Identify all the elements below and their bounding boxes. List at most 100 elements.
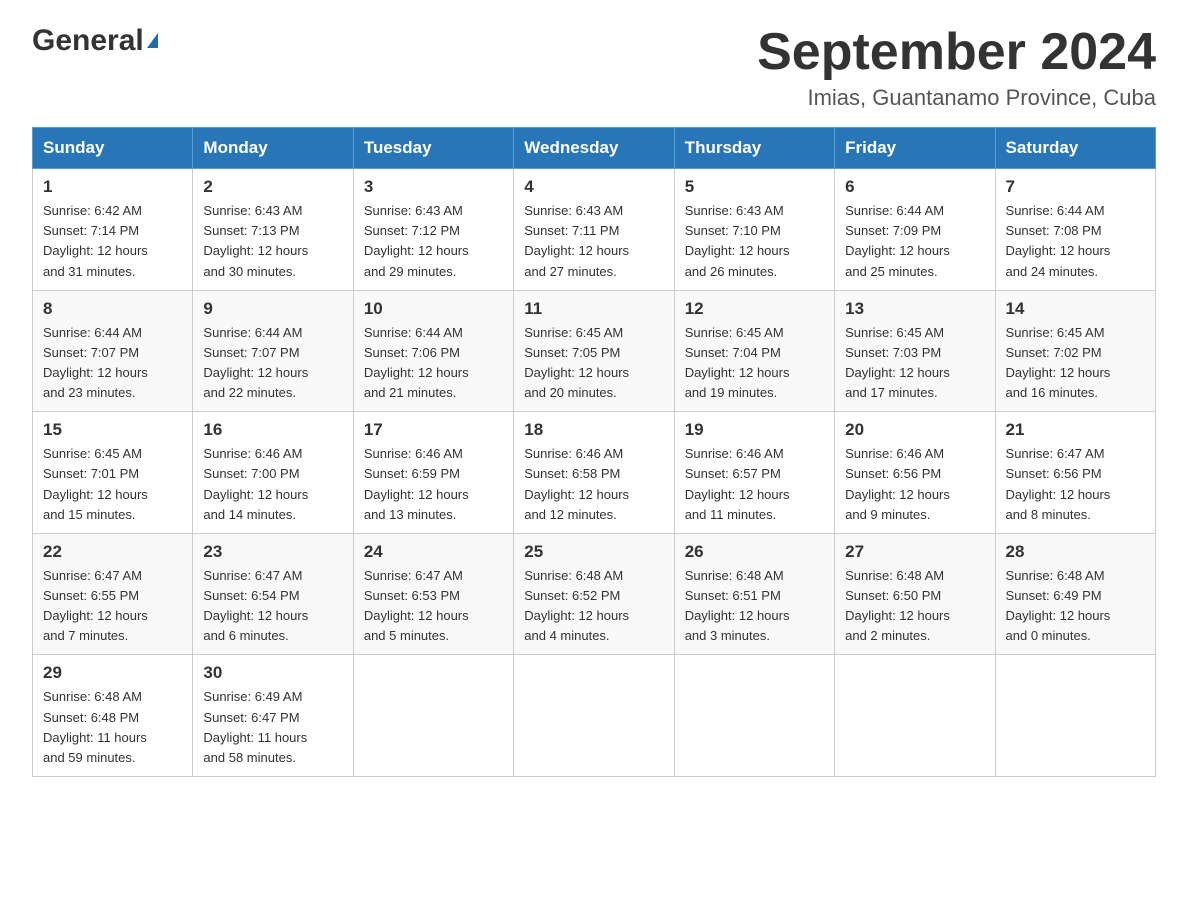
calendar-cell: 20 Sunrise: 6:46 AMSunset: 6:56 PMDaylig…	[835, 412, 995, 534]
day-number: 30	[203, 663, 342, 683]
day-info: Sunrise: 6:45 AMSunset: 7:04 PMDaylight:…	[685, 323, 824, 404]
calendar-cell: 22 Sunrise: 6:47 AMSunset: 6:55 PMDaylig…	[33, 533, 193, 655]
calendar-cell: 26 Sunrise: 6:48 AMSunset: 6:51 PMDaylig…	[674, 533, 834, 655]
calendar-cell: 15 Sunrise: 6:45 AMSunset: 7:01 PMDaylig…	[33, 412, 193, 534]
day-number: 21	[1006, 420, 1145, 440]
calendar-cell: 23 Sunrise: 6:47 AMSunset: 6:54 PMDaylig…	[193, 533, 353, 655]
week-row-2: 8 Sunrise: 6:44 AMSunset: 7:07 PMDayligh…	[33, 290, 1156, 412]
day-number: 16	[203, 420, 342, 440]
calendar-cell	[674, 655, 834, 777]
day-number: 13	[845, 299, 984, 319]
day-number: 4	[524, 177, 663, 197]
calendar-cell: 24 Sunrise: 6:47 AMSunset: 6:53 PMDaylig…	[353, 533, 513, 655]
calendar-cell: 30 Sunrise: 6:49 AMSunset: 6:47 PMDaylig…	[193, 655, 353, 777]
logo: General	[32, 24, 158, 54]
calendar-header-row: Sunday Monday Tuesday Wednesday Thursday…	[33, 128, 1156, 169]
calendar-cell: 11 Sunrise: 6:45 AMSunset: 7:05 PMDaylig…	[514, 290, 674, 412]
day-number: 3	[364, 177, 503, 197]
week-row-5: 29 Sunrise: 6:48 AMSunset: 6:48 PMDaylig…	[33, 655, 1156, 777]
col-thursday: Thursday	[674, 128, 834, 169]
day-info: Sunrise: 6:43 AMSunset: 7:11 PMDaylight:…	[524, 201, 663, 282]
day-number: 7	[1006, 177, 1145, 197]
day-number: 11	[524, 299, 663, 319]
day-number: 2	[203, 177, 342, 197]
title-block: September 2024 Imias, Guantanamo Provinc…	[757, 24, 1156, 111]
day-number: 1	[43, 177, 182, 197]
day-info: Sunrise: 6:46 AMSunset: 6:57 PMDaylight:…	[685, 444, 824, 525]
day-info: Sunrise: 6:44 AMSunset: 7:06 PMDaylight:…	[364, 323, 503, 404]
day-info: Sunrise: 6:48 AMSunset: 6:48 PMDaylight:…	[43, 687, 182, 768]
day-info: Sunrise: 6:46 AMSunset: 6:58 PMDaylight:…	[524, 444, 663, 525]
col-monday: Monday	[193, 128, 353, 169]
day-number: 23	[203, 542, 342, 562]
calendar-cell	[835, 655, 995, 777]
calendar-cell: 29 Sunrise: 6:48 AMSunset: 6:48 PMDaylig…	[33, 655, 193, 777]
day-info: Sunrise: 6:48 AMSunset: 6:50 PMDaylight:…	[845, 566, 984, 647]
day-info: Sunrise: 6:48 AMSunset: 6:51 PMDaylight:…	[685, 566, 824, 647]
calendar-cell: 2 Sunrise: 6:43 AMSunset: 7:13 PMDayligh…	[193, 169, 353, 291]
col-wednesday: Wednesday	[514, 128, 674, 169]
calendar-cell: 27 Sunrise: 6:48 AMSunset: 6:50 PMDaylig…	[835, 533, 995, 655]
day-number: 24	[364, 542, 503, 562]
week-row-4: 22 Sunrise: 6:47 AMSunset: 6:55 PMDaylig…	[33, 533, 1156, 655]
week-row-1: 1 Sunrise: 6:42 AMSunset: 7:14 PMDayligh…	[33, 169, 1156, 291]
day-number: 10	[364, 299, 503, 319]
day-info: Sunrise: 6:47 AMSunset: 6:53 PMDaylight:…	[364, 566, 503, 647]
day-number: 12	[685, 299, 824, 319]
day-number: 19	[685, 420, 824, 440]
day-info: Sunrise: 6:47 AMSunset: 6:56 PMDaylight:…	[1006, 444, 1145, 525]
day-number: 20	[845, 420, 984, 440]
location-subtitle: Imias, Guantanamo Province, Cuba	[757, 85, 1156, 111]
page-header: General September 2024 Imias, Guantanamo…	[32, 24, 1156, 111]
calendar-cell	[995, 655, 1155, 777]
day-info: Sunrise: 6:48 AMSunset: 6:49 PMDaylight:…	[1006, 566, 1145, 647]
day-info: Sunrise: 6:42 AMSunset: 7:14 PMDaylight:…	[43, 201, 182, 282]
month-title: September 2024	[757, 24, 1156, 81]
calendar-cell	[353, 655, 513, 777]
calendar-cell: 28 Sunrise: 6:48 AMSunset: 6:49 PMDaylig…	[995, 533, 1155, 655]
day-info: Sunrise: 6:47 AMSunset: 6:54 PMDaylight:…	[203, 566, 342, 647]
day-number: 5	[685, 177, 824, 197]
day-info: Sunrise: 6:49 AMSunset: 6:47 PMDaylight:…	[203, 687, 342, 768]
day-number: 26	[685, 542, 824, 562]
day-info: Sunrise: 6:48 AMSunset: 6:52 PMDaylight:…	[524, 566, 663, 647]
day-number: 17	[364, 420, 503, 440]
calendar-cell	[514, 655, 674, 777]
col-sunday: Sunday	[33, 128, 193, 169]
day-info: Sunrise: 6:46 AMSunset: 6:56 PMDaylight:…	[845, 444, 984, 525]
calendar-cell: 25 Sunrise: 6:48 AMSunset: 6:52 PMDaylig…	[514, 533, 674, 655]
week-row-3: 15 Sunrise: 6:45 AMSunset: 7:01 PMDaylig…	[33, 412, 1156, 534]
day-number: 15	[43, 420, 182, 440]
day-number: 18	[524, 420, 663, 440]
calendar-cell: 5 Sunrise: 6:43 AMSunset: 7:10 PMDayligh…	[674, 169, 834, 291]
calendar-cell: 3 Sunrise: 6:43 AMSunset: 7:12 PMDayligh…	[353, 169, 513, 291]
col-tuesday: Tuesday	[353, 128, 513, 169]
day-info: Sunrise: 6:43 AMSunset: 7:13 PMDaylight:…	[203, 201, 342, 282]
day-info: Sunrise: 6:45 AMSunset: 7:02 PMDaylight:…	[1006, 323, 1145, 404]
day-info: Sunrise: 6:46 AMSunset: 6:59 PMDaylight:…	[364, 444, 503, 525]
day-info: Sunrise: 6:45 AMSunset: 7:01 PMDaylight:…	[43, 444, 182, 525]
calendar-cell: 16 Sunrise: 6:46 AMSunset: 7:00 PMDaylig…	[193, 412, 353, 534]
day-info: Sunrise: 6:44 AMSunset: 7:09 PMDaylight:…	[845, 201, 984, 282]
logo-triangle-icon	[147, 33, 158, 48]
calendar-cell: 8 Sunrise: 6:44 AMSunset: 7:07 PMDayligh…	[33, 290, 193, 412]
calendar-cell: 4 Sunrise: 6:43 AMSunset: 7:11 PMDayligh…	[514, 169, 674, 291]
calendar-cell: 17 Sunrise: 6:46 AMSunset: 6:59 PMDaylig…	[353, 412, 513, 534]
day-info: Sunrise: 6:43 AMSunset: 7:12 PMDaylight:…	[364, 201, 503, 282]
calendar-cell: 6 Sunrise: 6:44 AMSunset: 7:09 PMDayligh…	[835, 169, 995, 291]
day-info: Sunrise: 6:44 AMSunset: 7:08 PMDaylight:…	[1006, 201, 1145, 282]
day-number: 27	[845, 542, 984, 562]
day-number: 29	[43, 663, 182, 683]
calendar-cell: 7 Sunrise: 6:44 AMSunset: 7:08 PMDayligh…	[995, 169, 1155, 291]
calendar-cell: 21 Sunrise: 6:47 AMSunset: 6:56 PMDaylig…	[995, 412, 1155, 534]
day-number: 22	[43, 542, 182, 562]
day-number: 28	[1006, 542, 1145, 562]
col-friday: Friday	[835, 128, 995, 169]
calendar-table: Sunday Monday Tuesday Wednesday Thursday…	[32, 127, 1156, 777]
day-number: 9	[203, 299, 342, 319]
calendar-cell: 14 Sunrise: 6:45 AMSunset: 7:02 PMDaylig…	[995, 290, 1155, 412]
col-saturday: Saturday	[995, 128, 1155, 169]
calendar-cell: 18 Sunrise: 6:46 AMSunset: 6:58 PMDaylig…	[514, 412, 674, 534]
day-number: 8	[43, 299, 182, 319]
day-info: Sunrise: 6:47 AMSunset: 6:55 PMDaylight:…	[43, 566, 182, 647]
